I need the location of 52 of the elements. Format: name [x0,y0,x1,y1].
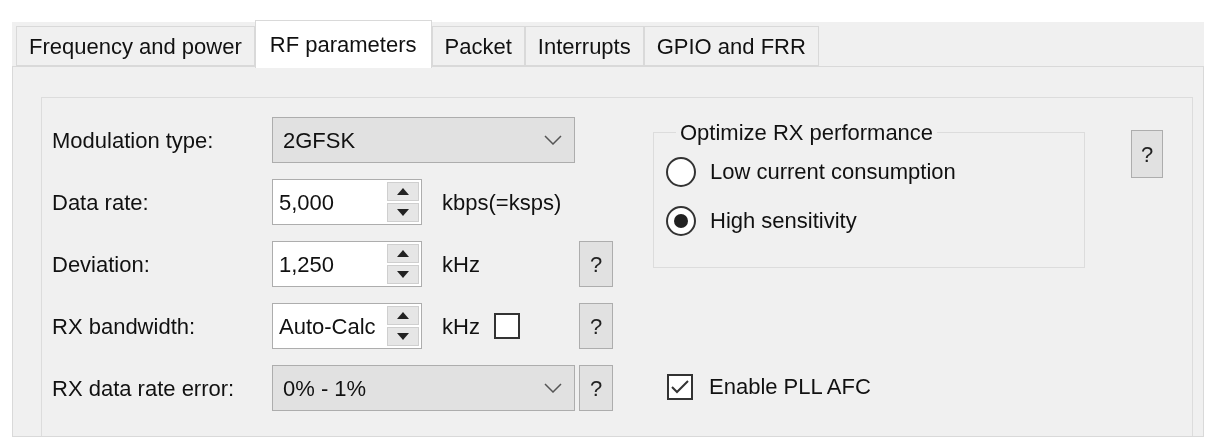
dropdown[interactable]: 2GFSK [272,117,575,163]
group-title: Optimize RX performance [679,119,935,147]
spin-field[interactable]: 5,000 [272,179,422,225]
checkbox[interactable] [667,373,693,400]
unit-label: kbps(=ksps) [442,188,562,217]
unit-label: kHz [442,312,480,341]
tab[interactable]: Frequency and power [16,26,255,66]
radio-button[interactable] [666,156,696,187]
dropdown-value: 2GFSK [283,126,356,155]
dropdown-value: 0% - 1% [283,374,367,403]
chevron-down-icon [544,383,562,393]
checkbox[interactable] [493,313,520,339]
up-triangle-icon [397,188,409,195]
spin-value: Auto-Calc [278,312,377,341]
dropdown[interactable]: 0% - 1% [272,365,575,411]
tab[interactable]: Interrupts [524,26,644,66]
spin-up-button[interactable] [387,182,419,201]
radio-option[interactable]: High sensitivity [666,204,1072,237]
down-triangle-icon [397,209,409,216]
help-button[interactable]: ? [1131,130,1163,178]
tab[interactable]: Packet [431,26,525,66]
spin-value: 5,000 [278,188,336,217]
field-label: Modulation type: [52,126,215,155]
down-triangle-icon [397,271,409,278]
help-button[interactable]: ? [579,241,613,287]
field-label: Deviation: [52,250,151,279]
spin-down-button[interactable] [387,327,419,346]
radio-label: High sensitivity [710,207,857,235]
field-label: Data rate: [52,188,150,217]
help-button[interactable]: ? [579,303,613,349]
field-label: RX data rate error: [52,374,236,403]
spin-up-button[interactable] [387,244,419,263]
spin-value: 1,250 [278,250,336,279]
spin-field[interactable]: Auto-Calc [272,303,422,349]
down-triangle-icon [397,333,409,340]
spin-field[interactable]: 1,250 [272,241,422,287]
tab[interactable]: GPIO and FRR [643,26,819,66]
spin-up-button[interactable] [387,306,419,325]
radio-label: Low current consumption [710,158,956,186]
checkbox-label: Enable PLL AFC [709,373,871,401]
spin-down-button[interactable] [387,265,419,284]
radio-option[interactable]: Low current consumption [666,155,1072,188]
tab[interactable]: RF parameters [254,20,432,68]
up-triangle-icon [397,250,409,257]
up-triangle-icon [397,312,409,319]
checkmark-icon [671,379,689,394]
chevron-down-icon [544,135,562,145]
help-button[interactable]: ? [579,365,613,411]
radio-button[interactable] [666,205,696,236]
spin-down-button[interactable] [387,203,419,222]
field-label: RX bandwidth: [52,312,197,341]
unit-label: kHz [442,250,480,279]
